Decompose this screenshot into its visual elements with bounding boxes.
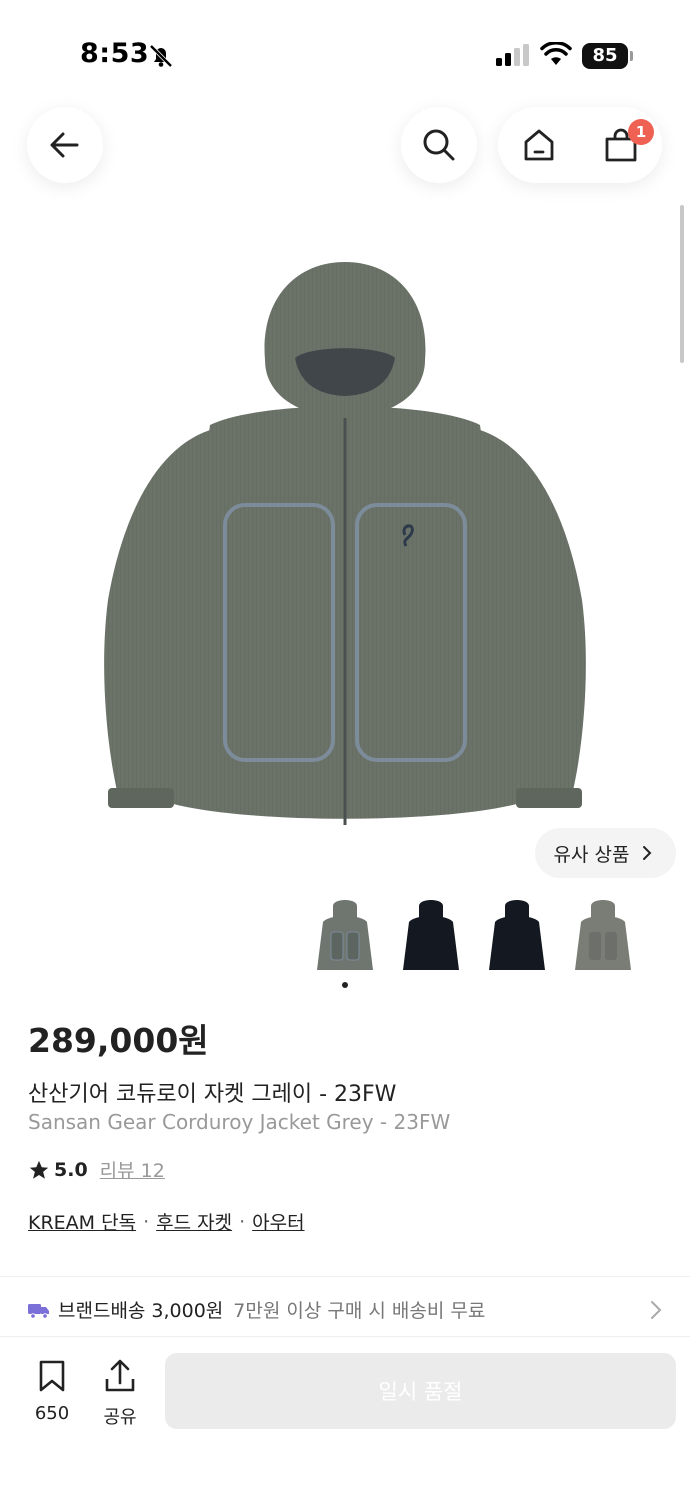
home-button[interactable] [498, 107, 580, 183]
product-main-image[interactable] [60, 240, 630, 840]
share-label: 공유 [103, 1407, 137, 1428]
review-link[interactable]: 리뷰 12 [100, 1156, 165, 1183]
tag-kream-exclusive[interactable]: KREAM 단독 [28, 1208, 136, 1235]
wifi-icon [540, 42, 572, 65]
shipping-note: 7만원 이상 구매 시 배송비 무료 [233, 1300, 486, 1322]
bookmark-icon [39, 1360, 65, 1392]
battery-tip [630, 51, 633, 61]
bell-mute-icon [149, 44, 173, 68]
rating-score: 5.0 [54, 1158, 88, 1181]
category-tags: KREAM 단독 · 후드 자켓 · 아우터 [28, 1208, 305, 1235]
thumbnail-grey-2[interactable] [569, 896, 637, 976]
search-icon [423, 129, 455, 161]
status-bar: 8:53 85 [0, 0, 690, 100]
tag-separator: · [143, 1210, 150, 1233]
carousel-dot-active [342, 982, 348, 988]
rating-row: 5.0 리뷰 12 [28, 1156, 165, 1183]
cart-badge: 1 [628, 119, 654, 145]
product-name-korean: 산산기어 코듀로이 자켓 그레이 - 23FW [28, 1082, 397, 1107]
status-time: 8:53 [80, 38, 150, 69]
shipping-label: 브랜드배송 [58, 1300, 146, 1322]
back-button[interactable] [27, 107, 103, 183]
thumbnail-black-2[interactable] [483, 896, 551, 976]
truck-icon [28, 1303, 49, 1319]
chevron-right-icon [651, 1301, 662, 1319]
search-button[interactable] [401, 107, 477, 183]
shipping-price: 3,000원 [151, 1300, 224, 1322]
product-name-english: Sansan Gear Corduroy Jacket Grey - 23FW [28, 1110, 451, 1134]
battery-indicator: 85 [582, 43, 628, 69]
thumbnail-grey[interactable] [311, 896, 379, 976]
share-button[interactable]: 공유 [90, 1359, 150, 1429]
product-price: 289,000원 [28, 1021, 209, 1060]
save-count: 650 [34, 1403, 70, 1424]
home-icon [524, 129, 554, 161]
cart-button[interactable] [580, 107, 662, 183]
thumbnail-black-1[interactable] [397, 896, 465, 976]
similar-products-button[interactable]: 유사 상품 [535, 828, 676, 878]
tag-separator: · [239, 1210, 246, 1233]
sold-out-button[interactable]: 일시 품절 [165, 1353, 676, 1429]
tag-outer[interactable]: 아우터 [252, 1208, 304, 1235]
arrow-left-icon [50, 132, 79, 158]
cellular-signal-icon [496, 44, 529, 66]
star-icon [29, 1160, 49, 1179]
similar-products-label: 유사 상품 [553, 843, 630, 866]
bottom-action-bar: 650 공유 일시 품절 [0, 1336, 690, 1500]
tag-hood-jacket[interactable]: 후드 자켓 [156, 1208, 232, 1235]
section-divider [0, 1276, 690, 1277]
shipping-info-row[interactable]: 브랜드배송 3,000원 7만원 이상 구매 시 배송비 무료 [28, 1296, 485, 1323]
chevron-right-icon [643, 846, 652, 860]
save-button[interactable]: 650 [22, 1359, 82, 1424]
scroll-indicator [680, 205, 684, 363]
share-icon [105, 1359, 135, 1392]
